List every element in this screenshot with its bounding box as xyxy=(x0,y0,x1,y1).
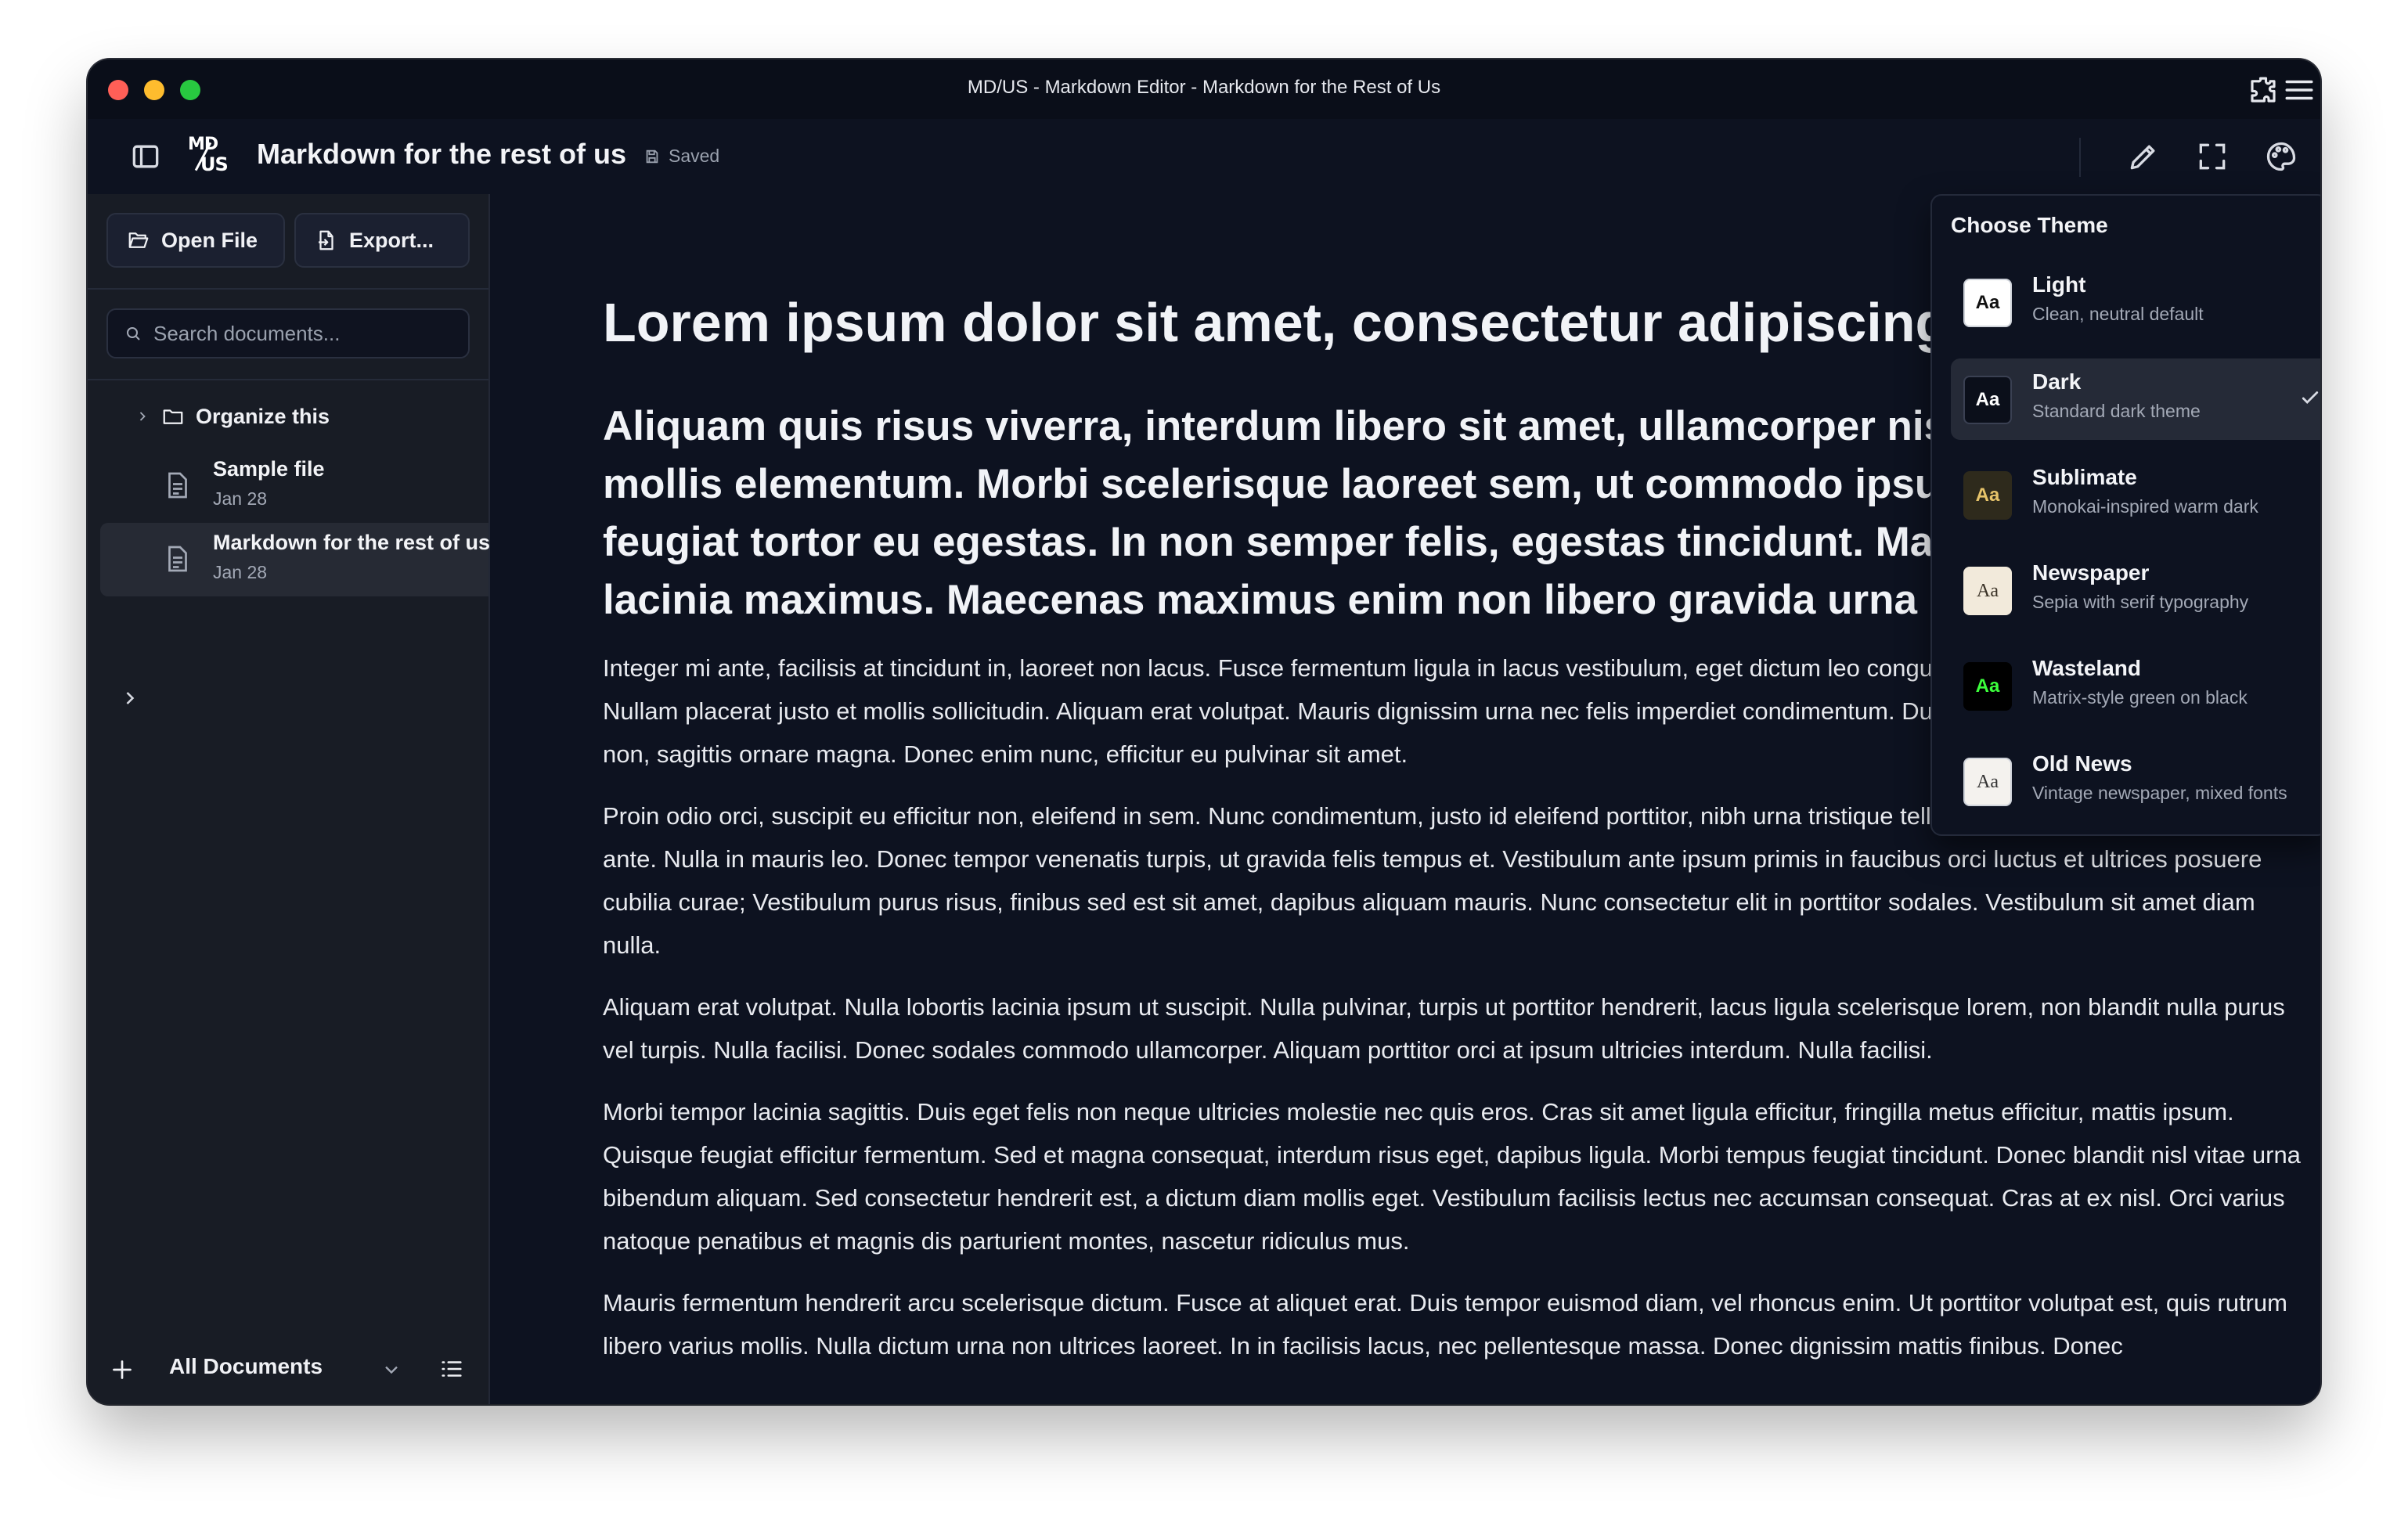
sidebar-toggle-icon[interactable] xyxy=(128,139,163,174)
fullscreen-icon[interactable] xyxy=(2195,139,2230,174)
folder-open-icon xyxy=(128,232,149,248)
search-placeholder: Search documents... xyxy=(153,321,341,345)
theme-desc: Standard dark theme xyxy=(2032,401,2201,421)
logo-bottom-text: US xyxy=(200,153,229,175)
theme-name: Wasteland xyxy=(2032,656,2141,680)
chevron-right-icon[interactable] xyxy=(135,409,150,424)
file-icon xyxy=(168,546,187,572)
list-item[interactable]: Markdown for the rest of us Jan 28 xyxy=(100,523,491,596)
theme-desc: Matrix-style green on black xyxy=(2032,687,2248,708)
theme-name: Light xyxy=(2032,272,2086,297)
swatch-text: Aa xyxy=(1975,292,2000,313)
theme-dropdown: Choose Theme Aa Light Clean, neutral def… xyxy=(1930,194,2320,836)
sidebar-divider xyxy=(88,288,488,290)
theme-option-dark[interactable]: Aa Dark Standard dark theme xyxy=(1951,358,2320,440)
document-title[interactable]: Markdown for the rest of us xyxy=(257,138,626,171)
swatch-text: Aa xyxy=(1977,771,1999,792)
file-date: Jan 28 xyxy=(213,562,268,582)
file-name: Sample file xyxy=(213,457,325,481)
theme-swatch: Aa xyxy=(1963,662,2012,711)
theme-name: Newspaper xyxy=(2032,560,2150,585)
logo-top-text: MD xyxy=(188,135,218,154)
theme-option-newspaper[interactable]: Aa Newspaper Sepia with serif typography xyxy=(1932,549,2320,631)
export-button[interactable]: Export... xyxy=(294,213,470,268)
folder-icon xyxy=(163,409,183,424)
window-title: MD/US - Markdown Editor - Markdown for t… xyxy=(967,77,1441,98)
list-view-icon[interactable] xyxy=(438,1356,465,1382)
theme-name: Sublimate xyxy=(2032,465,2137,489)
theme-option-old-news[interactable]: Aa Old News Vintage newspaper, mixed fon… xyxy=(1932,740,2320,822)
chevron-down-icon[interactable] xyxy=(380,1359,402,1381)
theme-swatch: Aa xyxy=(1963,376,2012,424)
theme-swatch: Aa xyxy=(1963,471,2012,520)
open-file-button[interactable]: Open File xyxy=(106,213,285,268)
open-file-label: Open File xyxy=(161,228,258,252)
theme-desc: Clean, neutral default xyxy=(2032,304,2204,324)
sidebar-footer: All Documents xyxy=(88,1338,488,1404)
hamburger-menu-icon[interactable] xyxy=(2283,74,2316,106)
paragraph: Aliquam erat volutpat. Nulla lobortis la… xyxy=(603,993,2285,1064)
title-bar: MD/US - Markdown Editor - Markdown for t… xyxy=(88,59,2320,120)
save-status: Saved xyxy=(643,146,719,167)
file-date: Jan 28 xyxy=(213,488,268,509)
app-logo: MD US xyxy=(188,135,232,178)
paragraph: Mauris fermentum hendrerit arcu sceleris… xyxy=(603,1289,2287,1360)
export-label: Export... xyxy=(349,228,434,252)
theme-desc: Vintage newspaper, mixed fonts xyxy=(2032,783,2287,803)
extensions-icon[interactable] xyxy=(2247,74,2280,106)
paragraph: Morbi tempor lacinia sagittis. Duis eget… xyxy=(603,1098,2301,1255)
theme-option-light[interactable]: Aa Light Clean, neutral default xyxy=(1932,261,2320,343)
edit-pencil-icon[interactable] xyxy=(2126,139,2161,174)
checkmark-icon xyxy=(2302,391,2319,404)
folder-label: Organize this xyxy=(196,404,330,428)
search-input[interactable]: Search documents... xyxy=(106,308,470,358)
expand-chevron-icon[interactable] xyxy=(119,687,141,709)
theme-desc: Sepia with serif typography xyxy=(2032,592,2249,612)
theme-option-wasteland[interactable]: Aa Wasteland Matrix-style green on black xyxy=(1932,645,2320,726)
export-icon xyxy=(319,230,333,250)
sidebar-divider xyxy=(88,379,488,380)
add-document-icon[interactable] xyxy=(108,1356,136,1384)
app-header: MD US Markdown for the rest of us Saved xyxy=(88,119,2320,196)
document-filter-select[interactable]: All Documents xyxy=(169,1354,323,1379)
save-icon xyxy=(646,149,658,163)
swatch-text: Aa xyxy=(1977,580,1999,601)
theme-palette-icon[interactable] xyxy=(2264,139,2298,174)
theme-swatch: Aa xyxy=(1963,758,2012,806)
app-window: MD/US - Markdown Editor - Markdown for t… xyxy=(88,59,2320,1404)
swatch-text: Aa xyxy=(1975,389,2000,410)
theme-name: Old News xyxy=(2032,751,2132,776)
save-status-text: Saved xyxy=(669,146,720,166)
search-icon xyxy=(127,327,140,340)
swatch-text: Aa xyxy=(1975,484,2000,506)
theme-swatch: Aa xyxy=(1963,279,2012,327)
folder-organize-this[interactable]: Organize this xyxy=(135,399,330,434)
theme-dropdown-heading: Choose Theme xyxy=(1951,213,2108,237)
header-divider xyxy=(2079,138,2081,177)
file-name: Markdown for the rest of us xyxy=(213,531,491,554)
file-icon xyxy=(168,472,187,499)
theme-name: Dark xyxy=(2032,369,2082,394)
theme-option-sublimate[interactable]: Aa Sublimate Monokai-inspired warm dark xyxy=(1932,454,2320,535)
list-item[interactable]: Sample file Jan 28 xyxy=(100,449,488,523)
theme-swatch: Aa xyxy=(1963,567,2012,615)
swatch-text: Aa xyxy=(1975,675,2000,697)
sidebar: Open File Export... Search documents... … xyxy=(88,194,490,1404)
theme-desc: Monokai-inspired warm dark xyxy=(2032,496,2258,517)
